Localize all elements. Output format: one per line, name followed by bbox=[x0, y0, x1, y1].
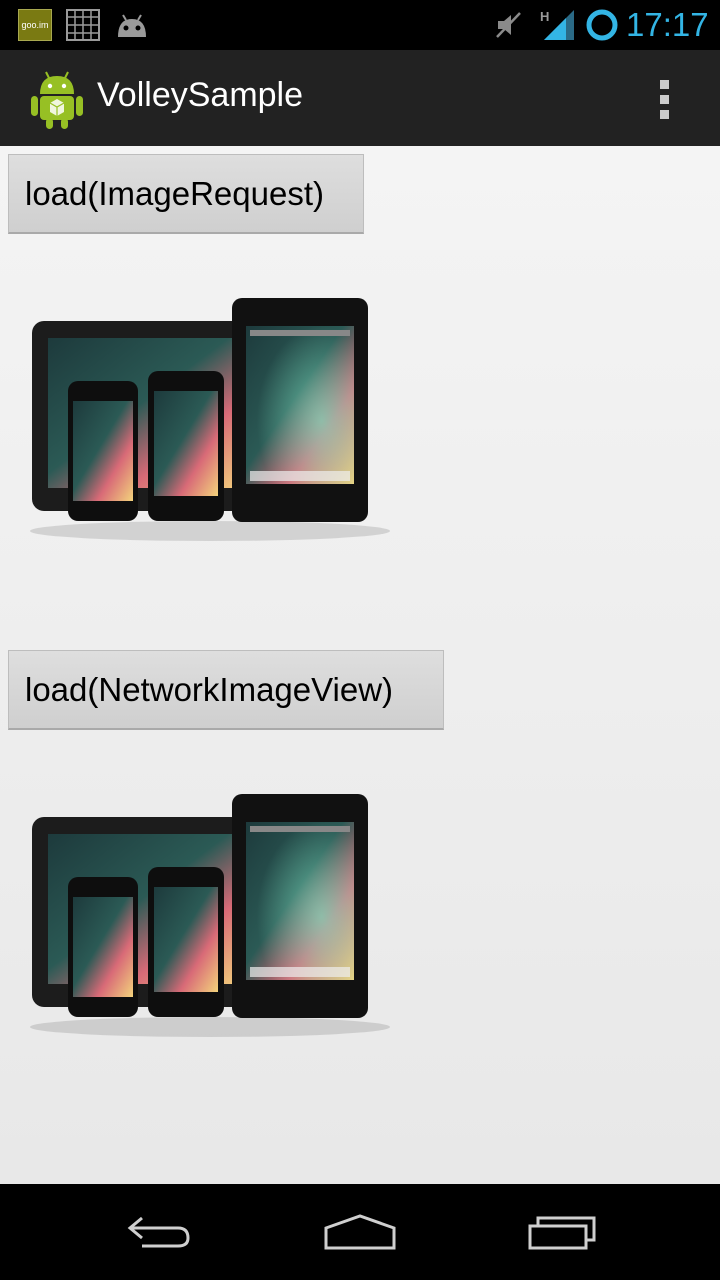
android-icon bbox=[118, 14, 146, 37]
android-robot-icon bbox=[31, 71, 83, 129]
navigation-bar bbox=[0, 1184, 720, 1280]
svg-text:H: H bbox=[540, 9, 549, 24]
nexus-devices-image bbox=[30, 298, 390, 541]
load-network-image-view-button[interactable]: load(NetworkImageView) bbox=[8, 650, 444, 730]
signal-icon: H bbox=[540, 9, 574, 40]
clock: 17:17 bbox=[626, 6, 709, 43]
grid-icon bbox=[66, 9, 100, 41]
recents-button[interactable] bbox=[517, 1204, 607, 1260]
status-bar: goo.im H H 17:17 bbox=[0, 0, 720, 50]
home-icon bbox=[324, 1214, 396, 1250]
sync-icon bbox=[586, 9, 618, 41]
back-button[interactable] bbox=[114, 1204, 204, 1260]
home-button[interactable] bbox=[315, 1204, 405, 1260]
mute-icon bbox=[496, 12, 521, 38]
back-icon bbox=[127, 1216, 190, 1248]
load-image-request-button[interactable]: load(ImageRequest) bbox=[8, 154, 364, 234]
main-content: load(ImageRequest) load(NetworkImageView… bbox=[0, 146, 720, 1184]
recents-icon bbox=[528, 1216, 596, 1250]
goo-im-label: goo.im bbox=[21, 20, 49, 30]
app-title: VolleySample bbox=[97, 76, 304, 114]
nexus-devices-image bbox=[30, 794, 390, 1037]
goo-im-icon: goo.im bbox=[18, 9, 52, 41]
overflow-menu-icon[interactable] bbox=[644, 74, 684, 124]
action-bar: VolleySample bbox=[0, 50, 720, 146]
